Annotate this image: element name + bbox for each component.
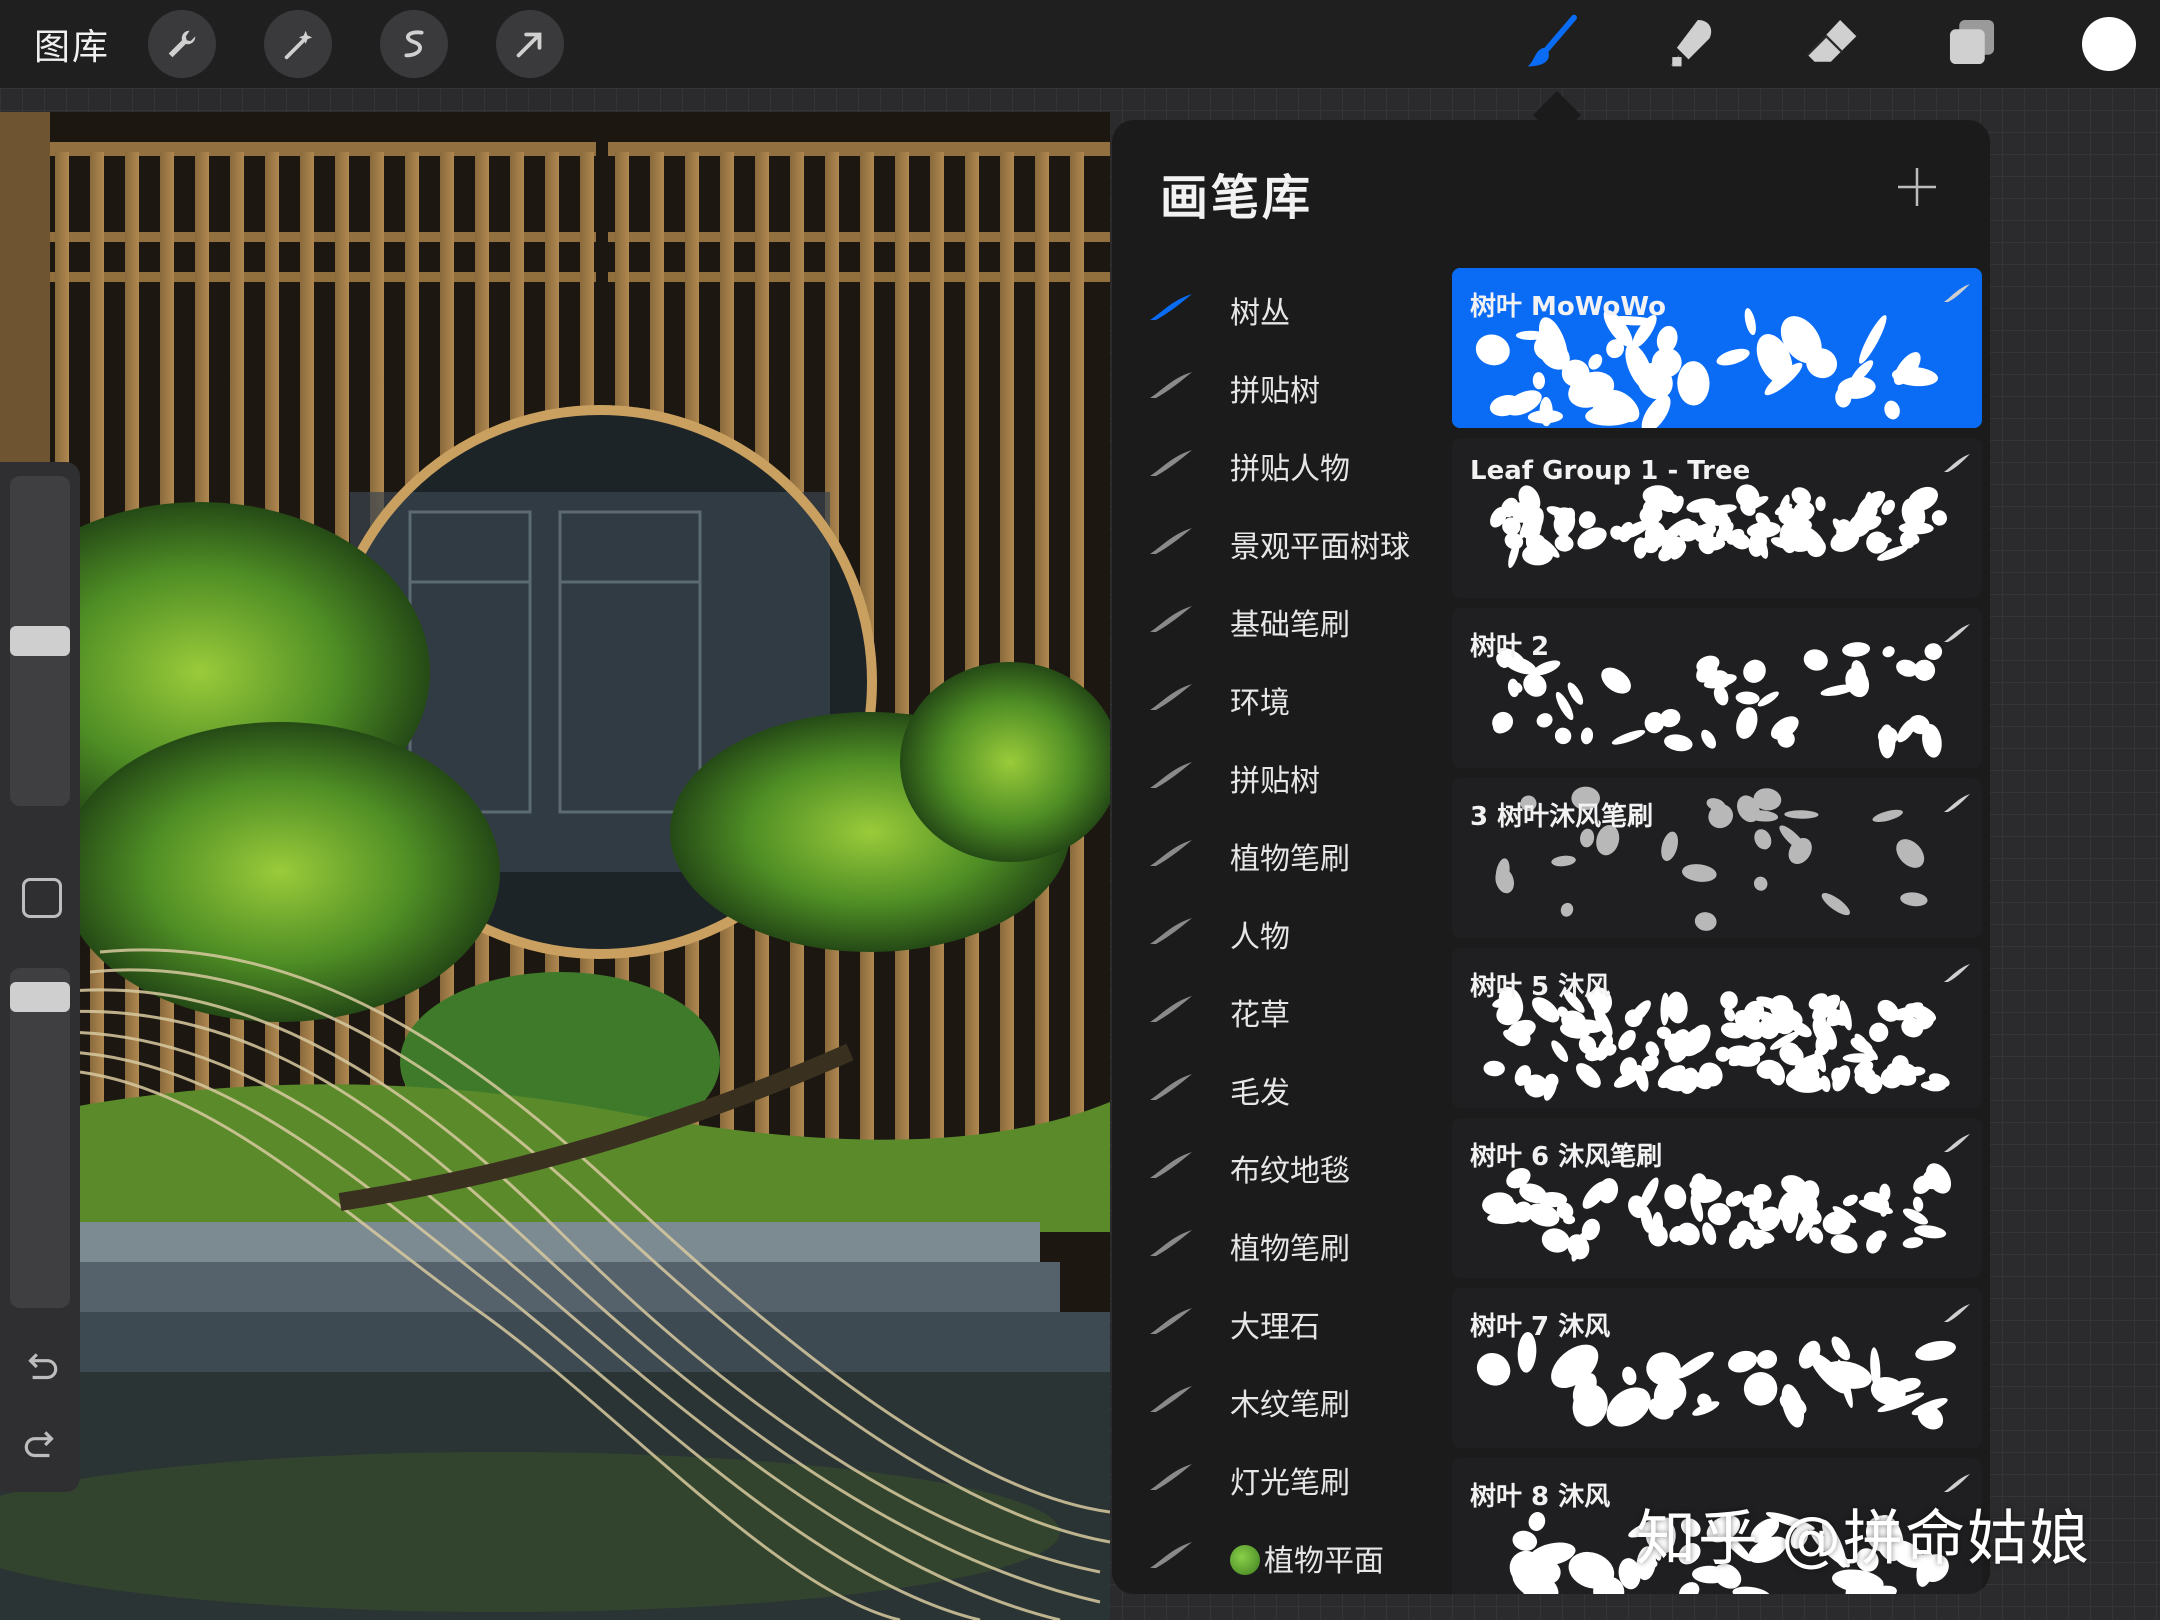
brush-stroke-icon	[1150, 1464, 1192, 1490]
wrench-icon[interactable]	[148, 10, 216, 78]
brush-set-item[interactable]: 基础笔刷	[1112, 580, 1442, 658]
brush-stroke-icon	[1150, 1152, 1192, 1178]
brush-stroke-icon	[1150, 1542, 1192, 1568]
watermark: 知乎 @拼命姑娘	[1636, 1504, 2092, 1574]
brush-stroke-icon	[1944, 1304, 1970, 1322]
brush-set-list: 树丛 拼贴树 拼贴人物 景观平面树球 基础笔刷 环境 拼贴树 植物笔刷 人物 花草 毛发 布纹地毯 植物…	[1112, 268, 1442, 1594]
brush-stroke-icon	[1150, 528, 1192, 554]
brush-set-label: 毛发	[1230, 1076, 1290, 1111]
magic-wand-icon[interactable]	[264, 10, 332, 78]
left-sidebar	[0, 462, 80, 1492]
brush-name: 树叶 7 沐风	[1470, 1312, 1611, 1342]
brush-set-item[interactable]: 环境	[1112, 658, 1442, 736]
brush-set-label: 树丛	[1230, 296, 1290, 331]
brush-stroke-icon	[1150, 684, 1192, 710]
brush-item[interactable]: 树叶 6 沐风笔刷	[1452, 1118, 1982, 1278]
brush-set-label: 环境	[1230, 686, 1290, 721]
brush-size-thumb[interactable]	[10, 626, 70, 656]
brush-set-label: 人物	[1230, 920, 1290, 955]
eraser-icon[interactable]	[1800, 10, 1864, 74]
brush-stroke-icon	[1150, 606, 1192, 632]
brush-set-label: 植物平面	[1230, 1536, 1384, 1580]
brush-set-label: 木纹笔刷	[1230, 1388, 1350, 1423]
brush-set-item[interactable]: 大理石	[1112, 1282, 1442, 1360]
brush-set-label: 拼贴人物	[1230, 452, 1350, 487]
opacity-thumb[interactable]	[10, 982, 70, 1012]
opacity-slider[interactable]	[10, 968, 70, 1308]
brush-set-label: 灯光笔刷	[1230, 1466, 1350, 1501]
color-picker-button[interactable]	[2082, 17, 2136, 71]
brush-item[interactable]: 3 树叶沐风笔刷	[1452, 778, 1982, 938]
brush-stroke-icon	[1150, 1386, 1192, 1412]
brush-set-label: 植物笔刷	[1230, 842, 1350, 877]
brush-name: 树叶 2	[1470, 632, 1550, 662]
transform-arrow-icon[interactable]	[496, 10, 564, 78]
brush-set-item[interactable]: 布纹地毯	[1112, 1126, 1442, 1204]
brush-name: 树叶 6 沐风笔刷	[1470, 1142, 1663, 1172]
brush-stroke-icon	[1944, 454, 1970, 472]
brush-item[interactable]: 树叶 2	[1452, 608, 1982, 768]
brush-set-item[interactable]: 拼贴树	[1112, 736, 1442, 814]
brush-library-panel: 画笔库 树丛 拼贴树 拼贴人物 景观平面树球 基础笔刷 环境 拼贴树 植物笔刷 人物 花草 毛发 布纹…	[1112, 120, 1990, 1594]
brush-set-label: 拼贴树	[1230, 374, 1320, 409]
modify-button[interactable]	[22, 878, 62, 918]
brush-set-label: 景观平面树球	[1230, 530, 1410, 565]
brush-stroke-icon	[1150, 996, 1192, 1022]
brush-stroke-icon	[1944, 624, 1970, 642]
brush-stroke-icon	[1150, 918, 1192, 944]
brush-set-label: 植物笔刷	[1230, 1232, 1350, 1267]
canvas-artwork[interactable]	[0, 112, 1110, 1620]
brush-name: Leaf Group 1 - Tree	[1470, 456, 1751, 486]
brush-set-label: 布纹地毯	[1230, 1154, 1350, 1189]
brush-set-item[interactable]: 毛发	[1112, 1048, 1442, 1126]
brush-item[interactable]: Leaf Group 1 - Tree	[1452, 438, 1982, 598]
brush-item[interactable]: 树叶 MoWoWo	[1452, 268, 1982, 428]
brush-stroke-icon	[1150, 762, 1192, 788]
brush-set-label: 拼贴树	[1230, 764, 1320, 799]
brush-name: 树叶 8 沐风	[1470, 1482, 1611, 1512]
top-toolbar: 图库	[0, 0, 2160, 88]
undo-icon[interactable]	[20, 1346, 62, 1388]
selection-icon[interactable]	[380, 10, 448, 78]
panel-title: 画笔库	[1160, 170, 1314, 226]
brush-set-item[interactable]: 植物笔刷	[1112, 1204, 1442, 1282]
brush-stroke-icon	[1944, 1134, 1970, 1152]
brush-stroke-icon	[1150, 294, 1192, 320]
brush-set-item[interactable]: 拼贴树	[1112, 346, 1442, 424]
brush-stroke-icon	[1150, 1074, 1192, 1100]
brush-name: 3 树叶沐风笔刷	[1470, 802, 1654, 832]
brush-set-item[interactable]: 木纹笔刷	[1112, 1360, 1442, 1438]
brush-set-item[interactable]: 花草	[1112, 970, 1442, 1048]
brush-set-item[interactable]: 植物笔刷	[1112, 814, 1442, 892]
brush-item[interactable]: 树叶 5 沐风	[1452, 948, 1982, 1108]
brush-stroke-icon	[1944, 964, 1970, 982]
brush-stroke-icon	[1150, 450, 1192, 476]
brush-set-item[interactable]: 景观平面树球	[1112, 502, 1442, 580]
brush-stroke-icon	[1150, 1308, 1192, 1334]
brush-set-item[interactable]: 植物平面	[1112, 1516, 1442, 1594]
brush-set-item[interactable]: 灯光笔刷	[1112, 1438, 1442, 1516]
brush-set-item[interactable]: 树丛	[1112, 268, 1442, 346]
artwork-illustration	[0, 112, 1110, 1620]
smudge-icon[interactable]	[1660, 10, 1724, 74]
redo-icon[interactable]	[20, 1424, 62, 1466]
gallery-button[interactable]: 图库	[34, 18, 110, 70]
brush-set-item[interactable]: 人物	[1112, 892, 1442, 970]
brush-stroke-icon	[1944, 794, 1970, 812]
brush-set-label: 大理石	[1230, 1310, 1320, 1345]
brush-stroke-icon	[1944, 284, 1970, 302]
brush-stroke-icon	[1150, 372, 1192, 398]
brush-set-item[interactable]: 拼贴人物	[1112, 424, 1442, 502]
brush-stroke-icon	[1150, 840, 1192, 866]
brush-item[interactable]: 树叶 7 沐风	[1452, 1288, 1982, 1448]
brush-set-label: 基础笔刷	[1230, 608, 1350, 643]
plant-icon	[1230, 1545, 1260, 1575]
brush-name: 树叶 5 沐风	[1470, 972, 1611, 1002]
brush-icon[interactable]	[1520, 10, 1584, 74]
plus-icon[interactable]	[1892, 162, 1942, 212]
layers-icon[interactable]	[1940, 10, 2004, 74]
brush-name: 树叶 MoWoWo	[1470, 292, 1667, 322]
brush-set-label: 花草	[1230, 998, 1290, 1033]
brush-stroke-icon	[1150, 1230, 1192, 1256]
